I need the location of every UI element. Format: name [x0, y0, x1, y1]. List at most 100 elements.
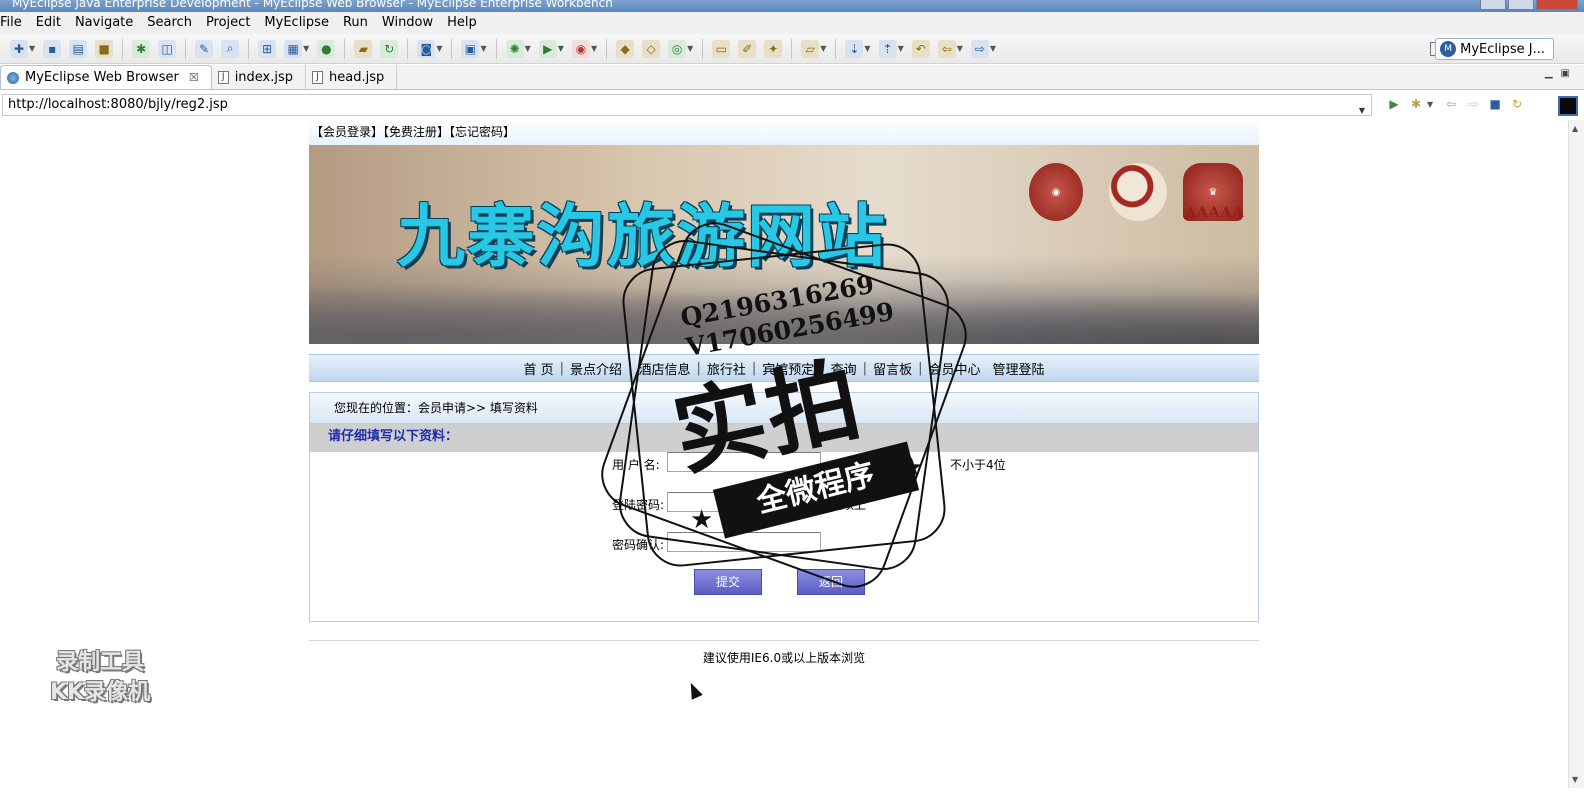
- prev-annotation-dropdown-icon[interactable]: ▼: [898, 44, 904, 53]
- nav-home[interactable]: 首 页: [518, 359, 560, 378]
- wizard-dropdown-icon[interactable]: ▼: [303, 44, 309, 53]
- menu-window[interactable]: Window: [375, 12, 440, 34]
- vertical-scrollbar[interactable]: ▲ ▼: [1568, 120, 1584, 788]
- menu-search[interactable]: Search: [140, 12, 199, 34]
- stop-icon[interactable]: ■: [1487, 96, 1503, 112]
- task-icon[interactable]: ✦: [764, 39, 783, 58]
- scroll-up-icon[interactable]: ▲: [1572, 124, 1578, 133]
- nav-hotels[interactable]: 酒店信息: [632, 359, 696, 378]
- menu-navigate[interactable]: Navigate: [68, 12, 140, 34]
- url-text: http://localhost:8080/bjly/reg2.jsp: [8, 97, 228, 112]
- url-input[interactable]: http://localhost:8080/bjly/reg2.jsp ▼: [2, 94, 1372, 116]
- nav-query[interactable]: 查询: [825, 359, 863, 378]
- submit-button[interactable]: 提交: [694, 569, 762, 595]
- toolbar-separator: [344, 38, 346, 59]
- new-interface-icon[interactable]: ◇: [642, 39, 661, 58]
- run-dropdown-icon[interactable]: ▼: [558, 44, 564, 53]
- browser-status-indicator: [1558, 96, 1578, 116]
- nav-attractions[interactable]: 景点介绍: [564, 359, 628, 378]
- web-project-icon[interactable]: ⊞: [258, 39, 277, 58]
- prev-annotation-icon[interactable]: ⇡: [878, 39, 897, 58]
- open-resource-dropdown-icon[interactable]: ▼: [820, 44, 826, 53]
- package-icon[interactable]: ■: [95, 39, 114, 58]
- tab-web-browser[interactable]: MyEclipse Web Browser ☒: [0, 65, 212, 89]
- minimize-editor-icon[interactable]: ▁: [1545, 68, 1553, 79]
- debug-dropdown-icon[interactable]: ▼: [525, 44, 531, 53]
- new-dropdown-icon[interactable]: ▼: [29, 44, 35, 53]
- forward-dropdown-icon[interactable]: ▼: [990, 44, 996, 53]
- menu-edit[interactable]: Edit: [29, 12, 68, 34]
- next-annotation-dropdown-icon[interactable]: ▼: [864, 44, 870, 53]
- nav-admin-login[interactable]: 管理登陆: [986, 359, 1050, 378]
- toolbar-separator: [495, 38, 497, 59]
- new-package-icon[interactable]: ◎: [668, 39, 687, 58]
- clipboard-icon[interactable]: ▣: [461, 39, 480, 58]
- open-resource-icon[interactable]: ▱: [801, 39, 820, 58]
- open-type-icon[interactable]: ✎: [195, 39, 214, 58]
- forward-icon[interactable]: ⇨: [970, 39, 989, 58]
- jsp-file-icon: J: [217, 70, 229, 84]
- minimize-button[interactable]: [1480, 0, 1506, 10]
- new-class-icon[interactable]: ◆: [616, 39, 635, 58]
- free-register-link[interactable]: 【免费注册】: [383, 125, 449, 139]
- menu-file[interactable]: File: [0, 12, 29, 34]
- back-button[interactable]: 返回: [797, 569, 865, 595]
- favorites-dropdown-icon[interactable]: ▼: [1427, 100, 1433, 109]
- snapshot-dropdown-icon[interactable]: ▼: [436, 44, 442, 53]
- password-row: 登陆密码: 位以上: [310, 492, 1258, 516]
- deploy-icon[interactable]: ✱: [132, 39, 151, 58]
- print-icon[interactable]: ▤: [69, 39, 88, 58]
- refresh-icon[interactable]: ↻: [1509, 96, 1525, 112]
- next-annotation-icon[interactable]: ⇣: [845, 39, 864, 58]
- scroll-down-icon[interactable]: ▼: [1572, 775, 1578, 784]
- tab-index-jsp[interactable]: J index.jsp: [212, 65, 307, 89]
- globe-icon[interactable]: ●: [317, 39, 336, 58]
- perspective-switcher[interactable]: M MyEclipse J...: [1435, 38, 1554, 60]
- folder-icon[interactable]: ▰: [354, 39, 373, 58]
- site-banner: 九寨沟旅游网站 ◉ ♛ AAAAA: [309, 145, 1259, 344]
- open-folder-icon[interactable]: ▭: [712, 39, 731, 58]
- run-icon[interactable]: ▶: [538, 39, 557, 58]
- new-package-dropdown-icon[interactable]: ▼: [687, 44, 693, 53]
- favorites-icon[interactable]: ✱: [1408, 96, 1424, 112]
- back-icon[interactable]: ⇦: [937, 39, 956, 58]
- member-login-link[interactable]: 【会员登录】: [311, 125, 383, 139]
- site-nav: 首 页 | 景点介绍 | 酒店信息 | 旅行社 | 宾馆预定 | 查询 | 留言板 | 会员中…: [309, 354, 1259, 382]
- refresh-icon[interactable]: ↻: [380, 39, 399, 58]
- search-icon[interactable]: ⌕: [221, 39, 240, 58]
- menu-myeclipse[interactable]: MyEclipse: [257, 12, 336, 34]
- external-tools-icon[interactable]: ◉: [571, 39, 590, 58]
- menu-project[interactable]: Project: [199, 12, 257, 34]
- snapshot-icon[interactable]: ◙: [417, 39, 436, 58]
- close-window-button[interactable]: [1536, 0, 1578, 10]
- maximize-editor-icon[interactable]: ▣: [1561, 68, 1570, 79]
- back-arrow-icon[interactable]: ⇦: [1443, 96, 1459, 112]
- tab-head-jsp[interactable]: J head.jsp: [306, 65, 398, 89]
- nav-travel-agency[interactable]: 旅行社: [701, 359, 752, 378]
- menu-help[interactable]: Help: [440, 12, 484, 34]
- server-icon[interactable]: ◫: [158, 39, 177, 58]
- forgot-password-link[interactable]: 【忘记密码】: [449, 125, 515, 139]
- username-input[interactable]: [667, 452, 821, 472]
- browser-viewport: 【会员登录】【免费注册】【忘记密码】 九寨沟旅游网站 ◉ ♛ AAAAA 首 页…: [0, 120, 1568, 796]
- save-icon[interactable]: ▪: [43, 39, 62, 58]
- new-icon[interactable]: ✚: [10, 39, 28, 58]
- pin-icon[interactable]: ✐: [738, 39, 757, 58]
- confirm-password-input[interactable]: [667, 532, 821, 552]
- clipboard-dropdown-icon[interactable]: ▼: [480, 44, 486, 53]
- back-dropdown-icon[interactable]: ▼: [957, 44, 963, 53]
- last-edit-icon[interactable]: ↶: [911, 39, 930, 58]
- maximize-button[interactable]: [1508, 0, 1534, 10]
- forward-arrow-icon[interactable]: ⇨: [1465, 96, 1481, 112]
- tab-close-icon[interactable]: ☒: [189, 71, 199, 84]
- wizard-icon[interactable]: ▦: [284, 39, 303, 58]
- nav-member-center[interactable]: 会员中心: [922, 359, 986, 378]
- debug-icon[interactable]: ✺: [505, 39, 524, 58]
- external-tools-dropdown-icon[interactable]: ▼: [591, 44, 597, 53]
- menu-run[interactable]: Run: [336, 12, 375, 34]
- nav-booking[interactable]: 宾馆预定: [756, 359, 820, 378]
- nav-guestbook[interactable]: 留言板: [867, 359, 918, 378]
- url-dropdown-icon[interactable]: ▼: [1359, 101, 1365, 121]
- go-icon[interactable]: ▶: [1386, 96, 1402, 112]
- password-input[interactable]: [667, 492, 821, 512]
